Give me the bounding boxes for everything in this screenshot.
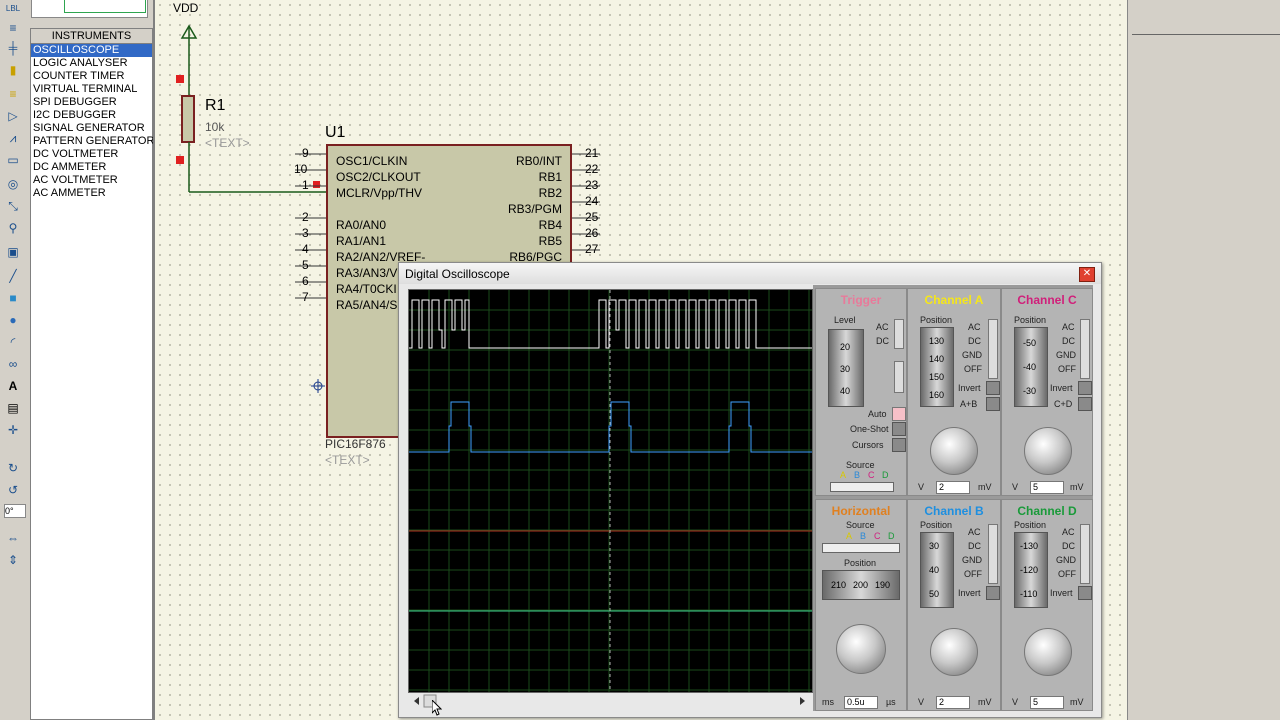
channel-c-coupling-switch[interactable] bbox=[1080, 319, 1090, 379]
channel-c-panel: Channel C Position -50 -40 -30 AC DC GND… bbox=[1001, 288, 1093, 496]
pin-label: RA1/AN1 bbox=[336, 234, 387, 248]
channel-a-volts-knob[interactable] bbox=[930, 427, 978, 475]
channel-d-coupling-switch[interactable] bbox=[1080, 524, 1090, 584]
one-shot-button[interactable] bbox=[892, 422, 906, 436]
channel-a-value: 2 bbox=[936, 481, 970, 494]
channel-b-volts-knob[interactable] bbox=[930, 628, 978, 676]
pin-label: RA5/AN4/SS bbox=[336, 298, 406, 312]
channel-d-position-roller[interactable]: -130 -120 -110 bbox=[1014, 532, 1048, 608]
pin-number: 3 bbox=[302, 226, 309, 240]
pin-number: 25 bbox=[585, 210, 599, 224]
pin-number: 1 bbox=[302, 178, 309, 192]
pin-number: 6 bbox=[302, 274, 309, 288]
channel-b-panel: Channel B Position 30 40 50 AC DC GND OF… bbox=[907, 499, 1001, 711]
level-roller[interactable]: 20 30 40 bbox=[828, 329, 864, 407]
channel-c-invert-button[interactable] bbox=[1078, 381, 1092, 395]
channel-d-title: Channel D bbox=[1017, 504, 1077, 518]
channel-a-coupling-switch[interactable] bbox=[988, 319, 998, 379]
chip-name: PIC16F876 bbox=[325, 437, 386, 451]
r1-text: <TEXT> bbox=[205, 136, 250, 150]
mouse-pointer-icon bbox=[432, 700, 442, 716]
level-label: Level bbox=[834, 315, 856, 325]
chip-text: <TEXT> bbox=[325, 453, 370, 467]
channel-d-volts-knob[interactable] bbox=[1024, 628, 1072, 676]
channel-a-title: Channel A bbox=[924, 293, 984, 307]
window-title: Digital Oscilloscope bbox=[405, 267, 510, 281]
pin-number: 7 bbox=[302, 290, 309, 304]
auto-button[interactable] bbox=[892, 407, 906, 421]
horizontal-position-roller[interactable]: 210 200 190 bbox=[822, 570, 900, 600]
horizontal-source-slider[interactable] bbox=[822, 543, 900, 553]
channel-b-position-roller[interactable]: 30 40 50 bbox=[920, 532, 954, 608]
pin-label: RB3/PGM bbox=[507, 202, 562, 216]
oscilloscope-titlebar[interactable]: Digital Oscilloscope ✕ bbox=[399, 263, 1101, 284]
pin-number: 10 bbox=[294, 162, 308, 176]
edge-switch[interactable] bbox=[894, 361, 904, 393]
pin-label: MCLR/Vpp/THV bbox=[336, 186, 423, 200]
channel-c-position-roller[interactable]: -50 -40 -30 bbox=[1014, 327, 1048, 407]
channel-c-title: Channel C bbox=[1017, 293, 1077, 307]
pin-number: 21 bbox=[585, 146, 599, 160]
pin-label: RB1 bbox=[538, 170, 562, 184]
pin-number: 5 bbox=[302, 258, 309, 272]
oscilloscope-window[interactable]: Digital Oscilloscope ✕ Trigger Level 20 … bbox=[398, 262, 1102, 718]
channel-a-panel: Channel A Position 130 140 150 160 AC DC… bbox=[907, 288, 1001, 496]
channel-d-value: 5 bbox=[1030, 696, 1064, 709]
scope-screen[interactable] bbox=[408, 289, 813, 693]
scope-traces bbox=[409, 290, 812, 692]
channel-a-aplusb-button[interactable] bbox=[986, 397, 1000, 411]
channel-c-cplusd-button[interactable] bbox=[1078, 397, 1092, 411]
pin-label: RB0/INT bbox=[515, 154, 562, 168]
timebase-value: 0.5u bbox=[844, 696, 878, 709]
u1-label: U1 bbox=[325, 124, 346, 141]
scope-controls: Trigger Level 20 30 40 AC DC Auto One-Sh… bbox=[813, 285, 1093, 711]
trigger-source-slider[interactable] bbox=[830, 482, 894, 492]
time-scrollbar[interactable] bbox=[408, 694, 811, 708]
horizontal-panel: Horizontal Source A B C D Position 210 2… bbox=[815, 499, 907, 711]
pin-label: RA0/AN0 bbox=[336, 218, 387, 232]
timebase-knob[interactable] bbox=[836, 624, 886, 674]
channel-c-value: 5 bbox=[1030, 481, 1064, 494]
channel-b-value: 2 bbox=[936, 696, 970, 709]
pin-label: RB4 bbox=[538, 218, 562, 232]
channel-b-coupling-switch[interactable] bbox=[988, 524, 998, 584]
vdd-label: VDD bbox=[173, 1, 199, 15]
pin-number: 27 bbox=[585, 242, 599, 256]
channel-a-position-roller[interactable]: 130 140 150 160 bbox=[920, 327, 954, 407]
pin-number: 9 bbox=[302, 146, 309, 160]
pin-number: 4 bbox=[302, 242, 309, 256]
trigger-panel: Trigger Level 20 30 40 AC DC Auto One-Sh… bbox=[815, 288, 907, 496]
pin-number: 24 bbox=[585, 194, 599, 208]
coupling-switch[interactable] bbox=[894, 319, 904, 349]
channel-d-invert-button[interactable] bbox=[1078, 586, 1092, 600]
pin-label: OSC2/CLKOUT bbox=[336, 170, 421, 184]
r1-label: R1 bbox=[205, 97, 226, 114]
r1-value: 10k bbox=[205, 120, 225, 134]
pin-label: OSC1/CLKIN bbox=[336, 154, 408, 168]
pin-number: 22 bbox=[585, 162, 599, 176]
pin-label: RB5 bbox=[538, 234, 562, 248]
channel-c-volts-knob[interactable] bbox=[1024, 427, 1072, 475]
channel-b-title: Channel B bbox=[924, 504, 984, 518]
right-panel bbox=[1127, 0, 1280, 720]
channel-b-invert-button[interactable] bbox=[986, 586, 1000, 600]
trigger-title: Trigger bbox=[840, 293, 882, 307]
close-icon[interactable]: ✕ bbox=[1079, 267, 1095, 282]
cursors-button[interactable] bbox=[892, 438, 906, 452]
channel-d-panel: Channel D Position -130 -120 -110 AC DC … bbox=[1001, 499, 1093, 711]
pin-label: RB2 bbox=[538, 186, 562, 200]
pin-number: 26 bbox=[585, 226, 599, 240]
pin-number: 2 bbox=[302, 210, 309, 224]
horizontal-title: Horizontal bbox=[831, 504, 891, 518]
pin-label: RA4/T0CKI bbox=[336, 282, 397, 296]
channel-a-invert-button[interactable] bbox=[986, 381, 1000, 395]
pin-number: 23 bbox=[585, 178, 599, 192]
